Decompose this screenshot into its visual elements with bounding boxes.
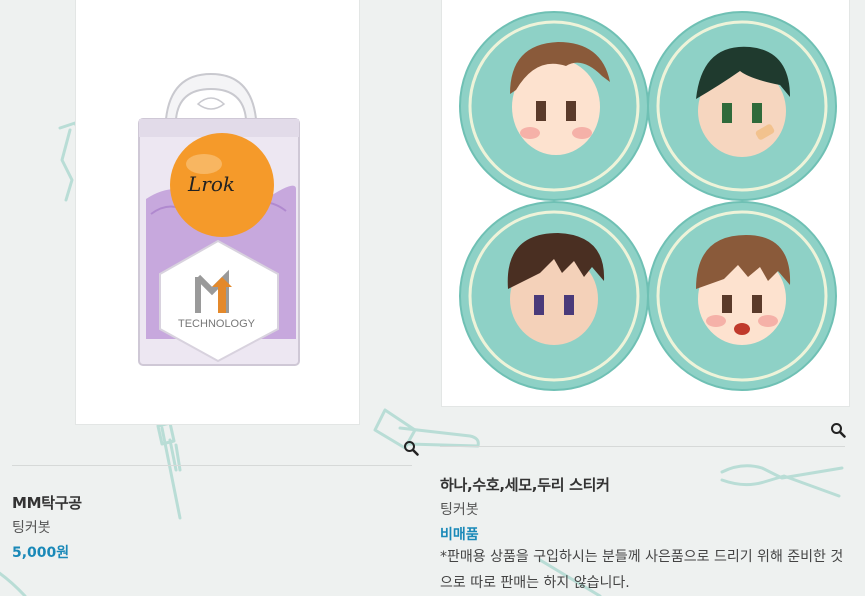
sticker-suho (647, 11, 837, 201)
ball-signature: Lrok (187, 172, 235, 196)
magnifier-icon[interactable] (403, 440, 419, 456)
sticker-hana (459, 11, 649, 201)
product-note: *판매용 상품을 구입하시는 분들께 사은품으로 드리기 위해 준비한 것으로 … (440, 549, 844, 591)
product-title[interactable]: MM탁구공 (12, 492, 82, 513)
sticker-set-illustration (459, 11, 837, 391)
product-title[interactable]: 하나,수호,세모,두리 스티커 (440, 474, 610, 495)
sticker-duri (647, 201, 837, 391)
product-image-sticker-set[interactable] (441, 0, 850, 407)
magnifier-icon[interactable] (830, 422, 846, 438)
product-divider (440, 446, 845, 447)
product-brand: 팅커봇 (12, 520, 51, 536)
product-price: 비매품 (440, 527, 479, 543)
product-price: 5,000원 (12, 545, 70, 561)
sticker-semo (459, 201, 649, 391)
product-divider (12, 465, 412, 466)
logo-text: TECHNOLOGY (178, 318, 256, 330)
ping-pong-package-illustration: Lrok TECHNOLOGY (138, 72, 300, 366)
product-brand: 팅커봇 (440, 502, 479, 518)
product-image-ping-pong-ball[interactable]: Lrok TECHNOLOGY (75, 0, 360, 425)
